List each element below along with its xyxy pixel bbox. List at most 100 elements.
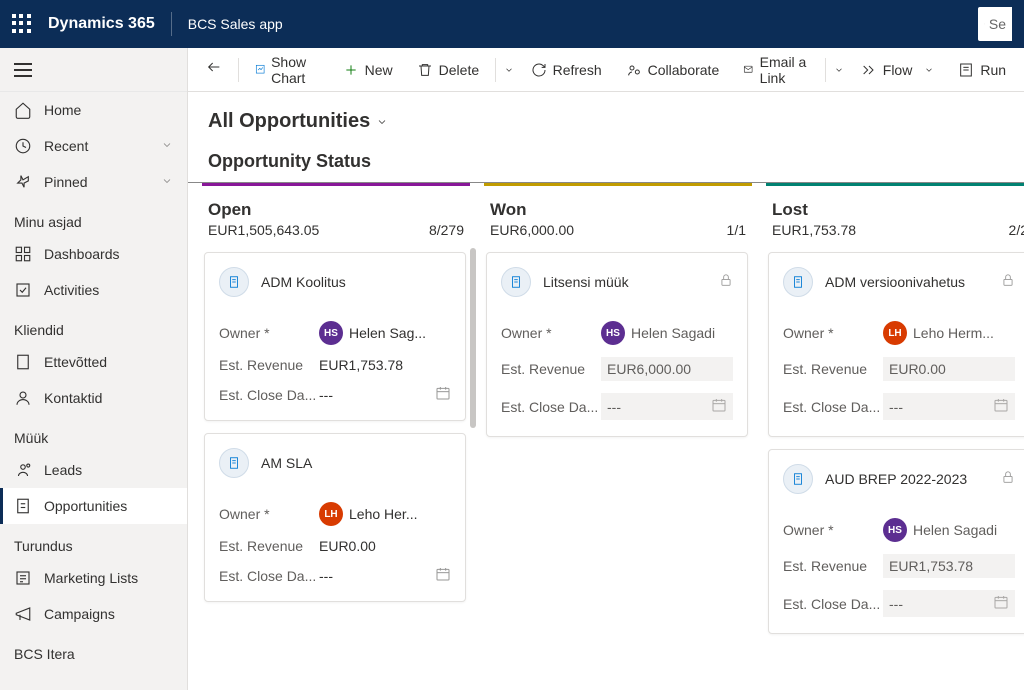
close-date-value: --- xyxy=(883,590,1015,617)
owner-value[interactable]: HS Helen Sagadi xyxy=(883,518,1015,542)
revenue-value[interactable]: EUR1,753.78 xyxy=(319,357,451,373)
chevron-down-icon xyxy=(834,65,844,75)
opp-icon xyxy=(14,497,32,515)
trash-icon xyxy=(417,62,433,78)
close-date-label: Est. Close Da... xyxy=(219,568,319,584)
sidebar-item-pinned[interactable]: Pinned xyxy=(0,164,187,200)
pin-icon xyxy=(14,173,32,191)
building-icon xyxy=(14,353,32,371)
sidebar-item-recent[interactable]: Recent xyxy=(0,128,187,164)
kanban-board: Open EUR1,505,643.05 8/279 ADM Koolitus … xyxy=(188,183,1024,654)
close-date-label: Est. Close Da... xyxy=(783,596,883,612)
owner-label: Owner * xyxy=(783,325,883,341)
email-icon xyxy=(743,62,753,78)
delete-button[interactable]: Delete xyxy=(407,56,489,84)
avatar: LH xyxy=(883,321,907,345)
opportunity-card[interactable]: ADM versioonivahetus Owner * LH Leho Her… xyxy=(768,252,1024,437)
run-button[interactable]: Run xyxy=(948,56,1016,84)
avatar: HS xyxy=(601,321,625,345)
sidebar-group-header: Turundus xyxy=(0,524,187,560)
opportunity-card[interactable]: AUD BREP 2022-2023 Owner * HS Helen Saga… xyxy=(768,449,1024,634)
owner-label: Owner * xyxy=(219,325,319,341)
app-launcher-icon[interactable] xyxy=(12,14,32,34)
sidebar-item-activities[interactable]: Activities xyxy=(0,272,187,308)
sidebar-group-header: BCS Itera xyxy=(0,632,187,668)
new-button[interactable]: New xyxy=(333,56,403,84)
chevron-down-icon xyxy=(924,65,934,75)
report-icon xyxy=(958,62,974,78)
email-link-button[interactable]: Email a Link xyxy=(733,48,819,92)
plus-icon xyxy=(343,62,359,78)
hamburger-icon[interactable] xyxy=(14,63,32,77)
document-icon xyxy=(501,267,531,297)
owner-value[interactable]: LH Leho Herm... xyxy=(883,321,1015,345)
revenue-label: Est. Revenue xyxy=(783,558,883,574)
refresh-button[interactable]: Refresh xyxy=(521,56,612,84)
close-date-label: Est. Close Da... xyxy=(783,399,883,415)
calendar-icon xyxy=(993,594,1009,613)
sidebar-item-leads[interactable]: Leads xyxy=(0,452,187,488)
owner-value[interactable]: HS Helen Sag... xyxy=(319,321,451,345)
cards-container: Litsensi müük Owner * HS Helen Sagadi Es… xyxy=(484,248,752,457)
avatar: HS xyxy=(319,321,343,345)
collaborate-button[interactable]: Collaborate xyxy=(616,56,730,84)
view-selector[interactable]: All Opportunities xyxy=(188,92,1024,141)
column-header: Open EUR1,505,643.05 8/279 xyxy=(202,186,470,248)
close-date-value[interactable]: --- xyxy=(319,566,451,585)
close-date-value: --- xyxy=(601,393,733,420)
column-won: Won EUR6,000.00 1/1 Litsensi müük Owner … xyxy=(484,183,752,654)
sidebar-item-opportunities[interactable]: Opportunities xyxy=(0,488,187,524)
email-dropdown[interactable] xyxy=(832,65,847,75)
revenue-value: EUR0.00 xyxy=(883,357,1015,381)
column-count: 1/1 xyxy=(727,222,746,238)
product-name: Dynamics 365 xyxy=(48,15,155,33)
card-title: Litsensi müük xyxy=(543,274,707,290)
clock-icon xyxy=(14,137,32,155)
lock-icon xyxy=(1001,470,1015,489)
app-header: Dynamics 365 BCS Sales app Se xyxy=(0,0,1024,48)
cmd-separator xyxy=(495,58,496,82)
opportunity-card[interactable]: AM SLA Owner * LH Leho Her... Est. Reven… xyxy=(204,433,466,602)
column-amount: EUR6,000.00 xyxy=(490,222,574,238)
close-date-value[interactable]: --- xyxy=(319,385,451,404)
show-chart-button[interactable]: Show Chart xyxy=(245,48,329,92)
column-open: Open EUR1,505,643.05 8/279 ADM Koolitus … xyxy=(202,183,470,654)
column-header: Lost EUR1,753.78 2/2 xyxy=(766,186,1024,248)
opportunity-card[interactable]: ADM Koolitus Owner * HS Helen Sag... Est… xyxy=(204,252,466,421)
sidebar-item-dashboards[interactable]: Dashboards xyxy=(0,236,187,272)
sidebar-group-header: Minu asjad xyxy=(0,200,187,236)
card-title: AM SLA xyxy=(261,455,451,471)
column-count: 8/279 xyxy=(429,222,464,238)
sidebar-item-marketing-lists[interactable]: Marketing Lists xyxy=(0,560,187,596)
card-title: ADM Koolitus xyxy=(261,274,451,290)
sidebar-group-header: Kliendid xyxy=(0,308,187,344)
sidebar-item-campaigns[interactable]: Campaigns xyxy=(0,596,187,632)
search-input[interactable]: Se xyxy=(978,7,1012,41)
column-lost: Lost EUR1,753.78 2/2 ADM versioonivahetu… xyxy=(766,183,1024,654)
sidebar-item-label: Marketing Lists xyxy=(44,570,138,586)
sidebar-item-label: Pinned xyxy=(44,174,88,190)
sidebar-item-ettevõtted[interactable]: Ettevõtted xyxy=(0,344,187,380)
revenue-value[interactable]: EUR0.00 xyxy=(319,538,451,554)
column-count: 2/2 xyxy=(1009,222,1024,238)
revenue-label: Est. Revenue xyxy=(783,361,883,377)
search-icon xyxy=(984,16,985,32)
back-button[interactable] xyxy=(196,53,232,86)
owner-value[interactable]: LH Leho Her... xyxy=(319,502,451,526)
sidebar-item-label: Activities xyxy=(44,282,99,298)
sidebar-item-kontaktid[interactable]: Kontaktid xyxy=(0,380,187,416)
owner-value[interactable]: HS Helen Sagadi xyxy=(601,321,733,345)
calendar-icon xyxy=(993,397,1009,416)
owner-label: Owner * xyxy=(501,325,601,341)
sidebar-item-home[interactable]: Home xyxy=(0,92,187,128)
owner-label: Owner * xyxy=(783,522,883,538)
delete-dropdown[interactable] xyxy=(502,65,517,75)
sidebar: Home Recent Pinned Minu asjadDashboards A… xyxy=(0,48,188,690)
sidebar-group-header: Müük xyxy=(0,416,187,452)
opportunity-card[interactable]: Litsensi müük Owner * HS Helen Sagadi Es… xyxy=(486,252,748,437)
sidebar-item-label: Home xyxy=(44,102,81,118)
view-title-text: All Opportunities xyxy=(208,110,370,133)
column-amount: EUR1,753.78 xyxy=(772,222,856,238)
flow-button[interactable]: Flow xyxy=(851,56,945,84)
scrollbar-thumb[interactable] xyxy=(470,248,476,428)
